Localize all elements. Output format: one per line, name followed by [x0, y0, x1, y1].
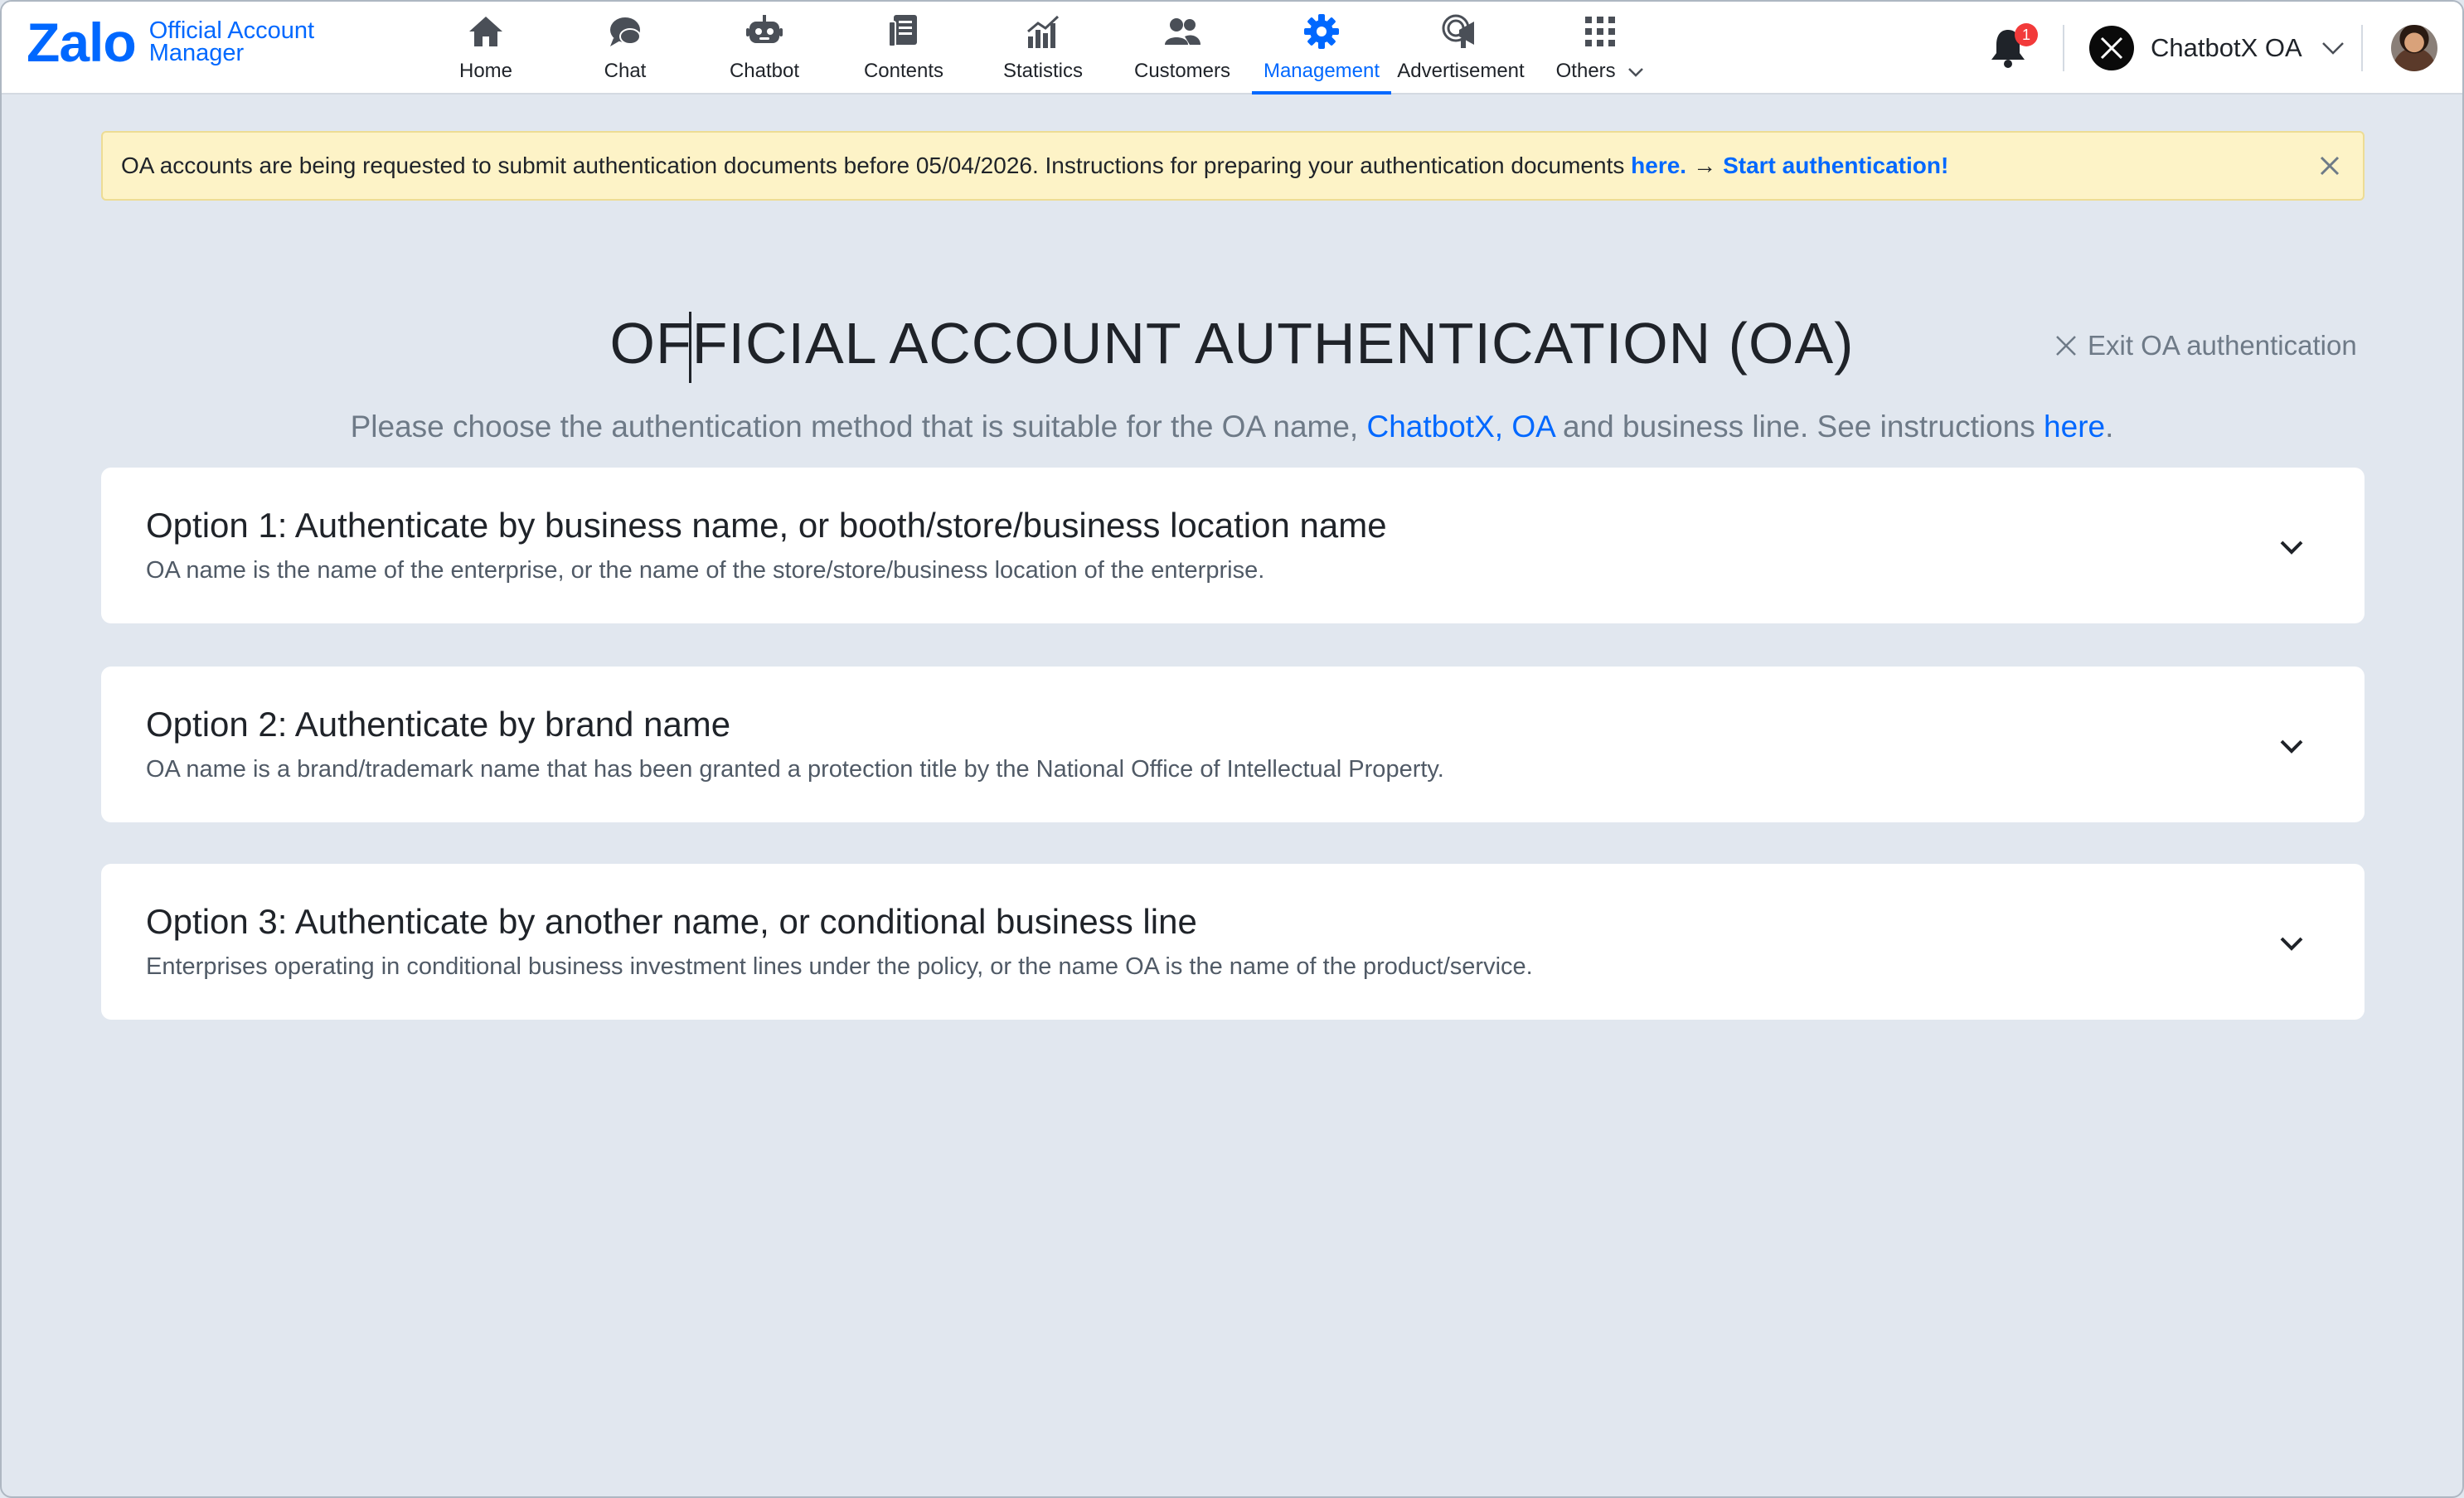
- nav-label: Chatbot: [729, 60, 800, 82]
- nav-label: Advertisement: [1397, 60, 1525, 82]
- logo-subtitle-line2: Manager: [148, 40, 245, 66]
- exit-oa-authentication-button[interactable]: Exit OA authentication: [2054, 330, 2357, 361]
- start-authentication-link[interactable]: Start authentication!: [1723, 153, 1948, 179]
- account-name: ChatbotX OA: [2151, 33, 2302, 62]
- nav-item-chatbot[interactable]: Chatbot: [695, 2, 834, 95]
- exit-label: Exit OA authentication: [2088, 330, 2357, 361]
- nav-item-customers[interactable]: Customers: [1113, 2, 1252, 95]
- account-switcher[interactable]: ChatbotX OA: [2089, 25, 2345, 71]
- option-card-2[interactable]: Option 2: Authenticate by brand name OA …: [101, 667, 2365, 822]
- main-nav: Home Chat Chatbot Contents Statistics Cu…: [416, 2, 1670, 95]
- megaphone-icon: [1442, 14, 1474, 48]
- text-cursor: [689, 312, 691, 383]
- nav-item-others[interactable]: Others: [1530, 2, 1670, 95]
- account-avatar: [2089, 26, 2134, 70]
- x-logo-icon: [2100, 36, 2123, 60]
- nav-label: Customers: [1133, 60, 1231, 82]
- authentication-notice-banner: OA accounts are being requested to submi…: [101, 131, 2365, 201]
- close-icon[interactable]: [2315, 151, 2345, 181]
- subtitle-end: .: [2105, 410, 2114, 444]
- top-navigation-bar: Zalo Official Account Manager Home Chat …: [2, 2, 2462, 95]
- close-icon: [2056, 336, 2076, 356]
- home-icon: [469, 17, 502, 46]
- statistics-icon: [1027, 15, 1060, 48]
- chevron-down-icon: [2321, 42, 2344, 55]
- nav-item-chat[interactable]: Chat: [555, 2, 695, 95]
- option-description: Enterprises operating in conditional bus…: [146, 953, 1533, 980]
- grid-icon: [1585, 17, 1615, 46]
- divider: [2063, 25, 2064, 71]
- nav-item-contents[interactable]: Contents: [834, 2, 973, 95]
- subtitle-text: and business line. See instructions: [1563, 410, 2035, 444]
- option-description: OA name is the name of the enterprise, o…: [146, 557, 1265, 584]
- nav-label-others: Others: [1556, 60, 1645, 83]
- chevron-down-icon[interactable]: [2277, 928, 2306, 958]
- option-title: Option 1: Authenticate by business name,…: [146, 506, 1387, 545]
- divider: [2361, 25, 2363, 71]
- chevron-down-icon: [1628, 67, 1644, 77]
- option-card-1[interactable]: Option 1: Authenticate by business name,…: [101, 468, 2365, 623]
- nav-item-advertisement[interactable]: Advertisement: [1391, 2, 1530, 95]
- zalo-oa-logo[interactable]: Zalo Official Account Manager: [27, 15, 314, 70]
- nav-item-management[interactable]: Management: [1252, 2, 1391, 95]
- option-title: Option 3: Authenticate by another name, …: [146, 902, 1197, 941]
- nav-item-statistics[interactable]: Statistics: [973, 2, 1113, 95]
- banner-arrow: →: [1693, 153, 1717, 178]
- oa-name-highlight: ChatbotX, OA: [1366, 410, 1555, 444]
- chatbot-icon: [746, 15, 783, 43]
- customers-icon: [1165, 18, 1200, 45]
- app-window: Zalo Official Account Manager Home Chat …: [0, 0, 2464, 1498]
- banner-text: OA accounts are being requested to submi…: [121, 153, 1625, 178]
- nav-label: Contents: [863, 60, 944, 82]
- option-description: OA name is a brand/trademark name that h…: [146, 756, 1444, 783]
- instructions-here-link[interactable]: here: [2044, 410, 2105, 444]
- chevron-down-icon[interactable]: [2277, 532, 2306, 562]
- nav-item-home[interactable]: Home: [416, 2, 555, 95]
- notification-count-badge: 1: [2015, 23, 2038, 46]
- subtitle-text: Please choose the authentication method …: [350, 410, 1359, 444]
- chevron-down-icon[interactable]: [2277, 731, 2306, 761]
- banner-here-link[interactable]: here.: [1631, 153, 1686, 179]
- contents-icon: [888, 15, 917, 47]
- gear-icon: [1304, 14, 1339, 49]
- logo-wordmark: Zalo: [27, 12, 137, 73]
- option-card-3[interactable]: Option 3: Authenticate by another name, …: [101, 864, 2365, 1020]
- nav-label: Home: [458, 60, 513, 82]
- page-subtitle: Please choose the authentication method …: [2, 410, 2462, 444]
- nav-label: Chat: [604, 60, 647, 82]
- nav-label: Statistics: [1002, 60, 1084, 82]
- chat-icon: [610, 17, 641, 46]
- user-avatar[interactable]: [2391, 25, 2437, 71]
- option-title: Option 2: Authenticate by brand name: [146, 705, 731, 744]
- nav-label-text: Others: [1555, 60, 1616, 82]
- nav-label: Management: [1263, 60, 1380, 82]
- logo-subtitle: Official Account Manager: [148, 19, 314, 66]
